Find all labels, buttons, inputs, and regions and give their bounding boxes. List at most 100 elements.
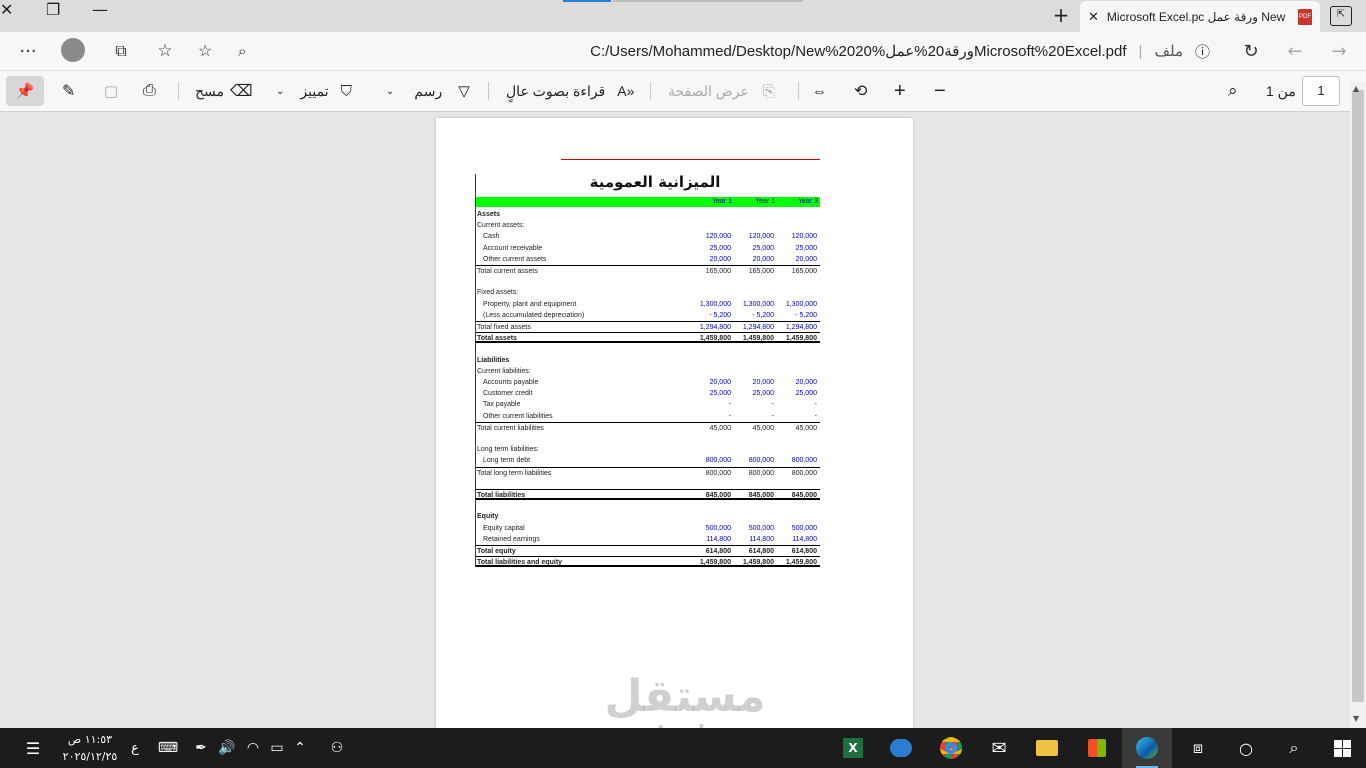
favorites-star-icon: ☆ <box>157 41 173 61</box>
scrollbar-thumb[interactable] <box>1352 90 1364 702</box>
search-button[interactable]: ⌕ <box>1228 78 1238 104</box>
clock[interactable]: ١١:٥٣ ص ٢٠٢٥/١٢/٢٥ <box>50 731 130 765</box>
scroll-down-icon[interactable]: ▼ <box>1353 714 1359 723</box>
collections-icon: ⧉ <box>115 41 127 60</box>
add-favorite-icon[interactable]: ☆ <box>198 41 212 61</box>
minimize-window-button[interactable]: — <box>92 0 108 19</box>
rotate-icon: ⟲ <box>854 83 868 100</box>
draw-button[interactable]: ⌄ رسم ▽ <box>386 78 470 104</box>
zoom-out-button[interactable]: − <box>934 78 946 104</box>
row-label: Equity capital <box>483 524 525 532</box>
collections-button[interactable]: ⧉ <box>108 38 134 64</box>
search-taskbar-button[interactable]: ⌕ <box>1280 728 1308 768</box>
print-button[interactable]: ⎙ <box>143 78 156 104</box>
row-label: Total liabilities and equity <box>477 559 563 567</box>
volume-icon[interactable]: 🔊 <box>216 728 238 768</box>
scroll-up-icon[interactable]: ▲ <box>1353 84 1359 93</box>
tab-actions-icon: ⇱ <box>1336 9 1346 20</box>
keyboard-icon[interactable]: ⌨ <box>156 728 180 768</box>
row-value: - <box>771 401 774 409</box>
search-icon: ⌕ <box>1228 81 1238 100</box>
table-row: Cash 120,000 120,000 120,000 <box>476 231 820 242</box>
table-row: Property, plant and equipment 1,300,000 1,… <box>476 299 820 310</box>
chevron-down-icon[interactable]: ⌄ <box>276 86 284 97</box>
save-as-button[interactable]: ✎ <box>62 78 75 104</box>
minimize-icon: — <box>92 0 108 19</box>
address-bar[interactable]: ☆ ⌕ C:/Users/Mohammed/Desktop/New%2020%و… <box>198 36 1220 66</box>
more-icon: ··· <box>19 40 37 62</box>
taskbar-excel[interactable]: X <box>838 728 868 768</box>
table-row: Retained earnings 114,800 114,800 114,800 <box>476 534 820 545</box>
info-icon[interactable]: ⓘ <box>1195 41 1210 62</box>
refresh-button[interactable]: ↻ <box>1238 38 1264 64</box>
profile-avatar[interactable] <box>61 38 85 62</box>
row-label: (Less accumulated depreciation) <box>483 311 585 319</box>
row-value: 20,000 <box>752 379 774 386</box>
taskbar-file-explorer[interactable] <box>1032 728 1062 768</box>
cortana-button[interactable]: ○ <box>1232 728 1260 768</box>
battery-icon[interactable]: ▭ <box>266 728 288 768</box>
tab-close-icon[interactable]: ✕ <box>1088 9 1099 25</box>
restore-window-button[interactable]: ❐ <box>46 0 60 19</box>
task-view-icon: ⧈ <box>1192 738 1204 757</box>
show-hidden-icons-button[interactable]: ⌃ <box>290 728 310 768</box>
url-text[interactable]: C:/Users/Mohammed/Desktop/New%2020%ورقة2… <box>590 42 1126 60</box>
year-header: Year 3 <box>798 198 818 205</box>
row-value: - <box>814 412 817 420</box>
row-value: 20,000 <box>795 255 817 263</box>
favorites-button[interactable]: ☆ <box>152 38 178 64</box>
notifications-button[interactable]: ☰ <box>20 728 46 768</box>
taskbar-edge[interactable] <box>1132 728 1162 768</box>
close-window-button[interactable]: ✕ <box>0 0 13 19</box>
pen-workspace-icon[interactable]: ✒ <box>190 728 212 768</box>
draw-label: رسم <box>414 82 443 99</box>
taskbar-app[interactable] <box>886 728 916 768</box>
restore-icon: ❐ <box>46 0 61 19</box>
settings-more-button[interactable]: ··· <box>14 38 42 64</box>
taskbar-chrome[interactable] <box>936 728 966 768</box>
row-value: 20,000 <box>709 255 731 263</box>
year-header: Year 1 <box>712 198 732 205</box>
fit-page-button[interactable]: ⇔ <box>812 78 827 104</box>
wifi-icon[interactable]: ◠ <box>242 728 264 768</box>
back-button[interactable]: → <box>1326 38 1352 64</box>
table-row <box>476 478 820 489</box>
row-value: 120,000 <box>748 233 774 241</box>
table-row: (Less accumulated depreciation) - 5,200 - … <box>476 310 820 321</box>
taskbar-mail[interactable]: ✉ <box>984 728 1014 768</box>
fit-page-icon: ⇔ <box>812 82 827 100</box>
new-tab-button[interactable]: + <box>1048 4 1074 28</box>
row-label: Current liabilities: <box>477 367 531 375</box>
row-label: Other current assets <box>483 255 547 263</box>
folder-icon <box>1036 740 1058 756</box>
erase-button[interactable]: مسح ⌫ <box>195 78 253 104</box>
toolbar-separator <box>488 82 489 100</box>
input-language[interactable]: ع <box>126 728 144 768</box>
read-aloud-button[interactable]: قراءة بصوت عالٍ A» <box>506 78 634 104</box>
plus-icon: + <box>894 79 906 102</box>
tab-actions-button[interactable]: ⇱ <box>1330 6 1352 26</box>
store-icon <box>1088 739 1106 757</box>
taskbar-store[interactable] <box>1082 728 1112 768</box>
rotate-button[interactable]: ⟲ <box>854 78 867 104</box>
browser-tab[interactable]: ✕ Microsoft Excel.pc ورقة عمل New PDF <box>1080 1 1320 32</box>
people-icon[interactable]: ⚇ <box>326 728 348 768</box>
pin-toolbar-button[interactable]: 📌 <box>6 76 44 106</box>
start-button[interactable] <box>1328 728 1356 768</box>
page-number-input[interactable]: 1 <box>1302 76 1340 106</box>
forward-button[interactable]: ← <box>1282 38 1308 64</box>
page-view-icon: ⎘ <box>762 82 775 100</box>
task-view-button[interactable]: ⧈ <box>1184 728 1212 768</box>
chevron-down-icon[interactable]: ⌄ <box>386 86 394 97</box>
highlight-button[interactable]: ⌄ تمييز ⛉ <box>276 78 352 104</box>
zoom-in-button[interactable]: + <box>894 78 906 104</box>
minus-icon: − <box>934 79 946 102</box>
save-button[interactable]: ▢ <box>104 78 118 104</box>
row-value: - <box>728 401 731 409</box>
watermark-arabic: مستقل <box>604 671 766 722</box>
zoom-search-icon[interactable]: ⌕ <box>238 43 246 60</box>
table-row: Total liabilities 845,000 845,000 845,000 <box>476 489 820 500</box>
table-row: Fixed assets: <box>476 287 820 298</box>
page-view-button[interactable]: عرض الصفحة ⎘ <box>668 78 775 104</box>
table-row: Accounts payable 20,000 20,000 20,000 <box>476 377 820 388</box>
